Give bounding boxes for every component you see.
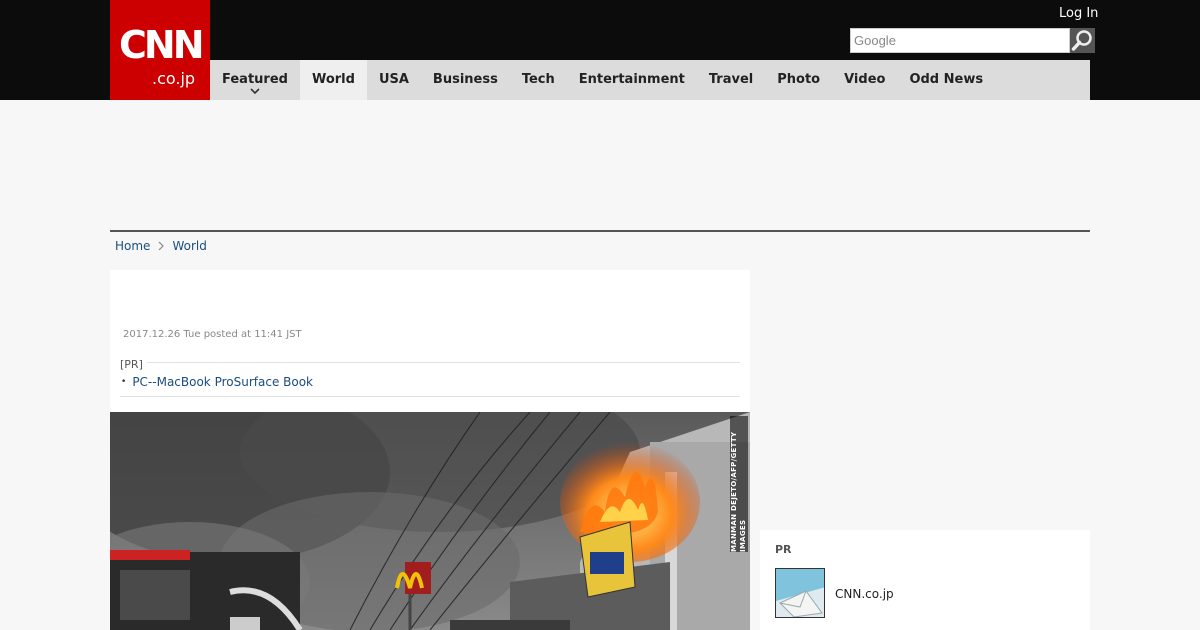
nav-item-label: Featured [222, 72, 288, 87]
search-input[interactable]: Google [850, 28, 1070, 53]
pr-item-text[interactable]: CNN.co.jp [835, 587, 894, 601]
chevron-right-icon [159, 241, 165, 251]
nav-item-odd-news[interactable]: Odd News [897, 60, 995, 100]
nav-item-label: Tech [521, 72, 555, 87]
nav-item-travel[interactable]: Travel [697, 60, 765, 100]
section-divider [110, 230, 1090, 232]
sidebar-pr-label: PR [775, 543, 792, 556]
nav-item-usa[interactable]: USA [367, 60, 421, 100]
envelope-icon [776, 569, 824, 617]
logo-main-text: CNN [119, 23, 204, 67]
nav-item-label: World [311, 72, 355, 87]
divider [120, 362, 740, 363]
pr-thumbnail[interactable] [775, 568, 825, 618]
pr-link[interactable]: • PC--MacBook ProSurface Book [121, 375, 313, 389]
nav-item-photo[interactable]: Photo [765, 60, 832, 100]
nav-item-featured[interactable]: Featured [210, 60, 300, 100]
photo-credit: MANMAN DEJETO/AFP/GETTY IMAGES [730, 416, 748, 552]
nav-item-world[interactable]: World [299, 60, 367, 100]
nav-item-label: Odd News [909, 72, 984, 87]
chevron-down-icon [250, 88, 260, 95]
sidebar-pr-box: PR CNN.co.jp [760, 530, 1090, 630]
pr-link-text: PC--MacBook ProSurface Book [132, 375, 314, 389]
breadcrumb-home[interactable]: Home [115, 238, 150, 254]
search-button[interactable] [1070, 28, 1095, 53]
breadcrumb: Home World [115, 238, 207, 254]
main-nav: Featured World USA Business Tech Enterta… [210, 60, 1090, 100]
nav-item-entertainment[interactable]: Entertainment [567, 60, 697, 100]
nav-item-tech[interactable]: Tech [510, 60, 567, 100]
breadcrumb-world[interactable]: World [172, 238, 206, 254]
nav-item-label: USA [378, 72, 409, 87]
search-icon [1071, 30, 1092, 51]
fire-scene-image [110, 412, 750, 630]
pr-label: [PR] [120, 358, 147, 371]
nav-item-label: Entertainment [578, 72, 685, 87]
article-card: 2017.12.26 Tue posted at 11:41 JST [PR] … [110, 270, 750, 630]
article-photo: MANMAN DEJETO/AFP/GETTY IMAGES [110, 412, 750, 630]
nav-item-label: Video [844, 72, 886, 87]
nav-item-label: Travel [708, 72, 754, 87]
nav-item-video[interactable]: Video [832, 60, 897, 100]
nav-item-label: Photo [777, 72, 821, 87]
login-link[interactable]: Log In [1059, 6, 1098, 22]
bullet: • [121, 377, 127, 387]
logo-sub-text: .co.jp [152, 69, 196, 88]
article-date: 2017.12.26 Tue posted at 11:41 JST [123, 329, 302, 340]
nav-item-label: Business [432, 72, 498, 87]
nav-item-business[interactable]: Business [421, 60, 510, 100]
cnn-logo[interactable]: CNN .co.jp [110, 0, 210, 100]
top-bar: CNN .co.jp Log In Google Featured World … [0, 0, 1200, 100]
divider [120, 396, 740, 397]
